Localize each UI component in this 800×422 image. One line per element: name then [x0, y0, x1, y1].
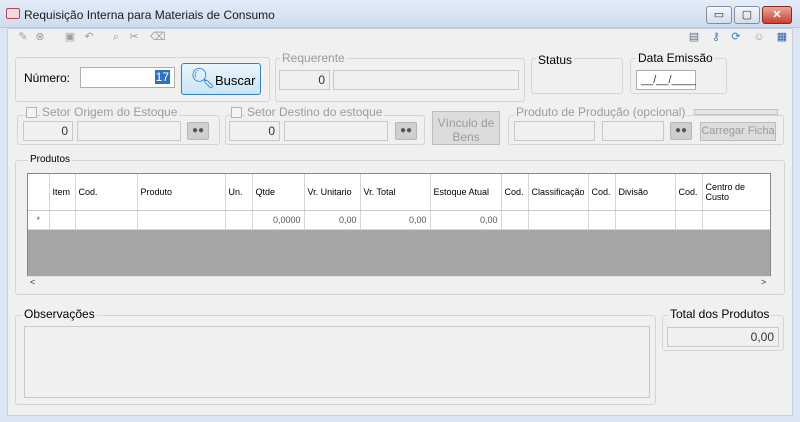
- col-header-centro-custo[interactable]: Centro de Custo: [702, 174, 770, 211]
- cell-cod-divisao[interactable]: [588, 210, 616, 230]
- total-label: Total dos Produtos: [668, 307, 772, 321]
- data-emissao-label: Data Emissão: [636, 51, 715, 65]
- col-header-cod-divisao[interactable]: Cod.: [588, 174, 616, 211]
- produtos-label: Produtos: [28, 154, 73, 165]
- total-value: 0,00: [667, 327, 779, 347]
- key-icon[interactable]: ⚷: [710, 31, 722, 43]
- setor-origem-search-button[interactable]: ●●: [187, 122, 209, 140]
- title-bar[interactable]: Requisição Interna para Materiais de Con…: [0, 0, 800, 28]
- requerente-code-input[interactable]: 0: [279, 70, 330, 90]
- cell-un[interactable]: [225, 210, 253, 230]
- setor-destino-name-input[interactable]: [284, 121, 388, 141]
- cell-classificacao[interactable]: [528, 210, 589, 230]
- setor-destino-checkbox[interactable]: [231, 107, 242, 118]
- maximize-button[interactable]: ▢: [734, 6, 760, 24]
- cell-vr-unitario[interactable]: 0,00: [304, 210, 361, 230]
- window-icon[interactable]: ▤: [688, 31, 700, 43]
- cell-estoque[interactable]: 0,00: [430, 210, 502, 230]
- cell-centro-custo[interactable]: [702, 210, 770, 230]
- requerente-label: Requerente: [280, 51, 347, 65]
- tools-icon[interactable]: ✂: [128, 31, 140, 43]
- vinculo-bens-button[interactable]: Vínculo de Bens: [432, 111, 500, 145]
- setor-origem-label: Setor Origem do Estoque: [40, 105, 180, 119]
- status-label: Status: [536, 53, 575, 67]
- requerente-name-input[interactable]: [333, 70, 519, 90]
- edit-icon[interactable]: ✎: [17, 31, 29, 43]
- undo-icon[interactable]: ↶: [83, 31, 95, 43]
- numero-value: 17: [154, 70, 170, 84]
- numero-input[interactable]: 17: [80, 67, 175, 88]
- table-row-new[interactable]: * 0,0000 0,00 0,00 0,00: [28, 210, 770, 230]
- new-row-marker: *: [28, 210, 50, 230]
- col-header-divisao[interactable]: Divisão: [615, 174, 676, 211]
- cell-item[interactable]: [49, 210, 76, 230]
- app-cart-icon: [6, 8, 20, 19]
- save-icon[interactable]: ▣: [64, 31, 76, 43]
- cell-produto[interactable]: [137, 210, 226, 230]
- cell-qtde[interactable]: 0,0000: [252, 210, 305, 230]
- data-emissao-input[interactable]: __/__/____: [636, 70, 696, 90]
- col-header-cod-classificacao[interactable]: Cod.: [501, 174, 529, 211]
- producao-search-button[interactable]: ●●: [670, 122, 692, 140]
- col-header-vr-unitario[interactable]: Vr. Unitario: [304, 174, 361, 211]
- col-header-un[interactable]: Un.: [225, 174, 253, 211]
- produtos-grid[interactable]: Item Cod. Produto Un. Qtde Vr. Unitario …: [27, 173, 771, 289]
- cell-cod-classificacao[interactable]: [501, 210, 529, 230]
- producao-code-input[interactable]: [514, 121, 595, 141]
- observacoes-label: Observações: [22, 307, 97, 321]
- eraser-icon[interactable]: ⌫: [150, 31, 166, 43]
- producao-name-input[interactable]: [602, 121, 664, 141]
- observacoes-textarea[interactable]: [24, 326, 650, 398]
- produtos-header-row: Item Cod. Produto Un. Qtde Vr. Unitario …: [28, 174, 770, 211]
- col-header-vr-total[interactable]: Vr. Total: [360, 174, 431, 211]
- cancel-icon[interactable]: ⊗: [34, 31, 46, 43]
- producao-label: Produto de Produção (opcional): [514, 105, 688, 119]
- carregar-ficha-button[interactable]: Carregar Ficha: [700, 122, 776, 141]
- produtos-table: Item Cod. Produto Un. Qtde Vr. Unitario …: [28, 174, 770, 230]
- col-header-produto[interactable]: Produto: [137, 174, 226, 211]
- close-button[interactable]: ✕: [762, 6, 792, 24]
- setor-destino-code-input[interactable]: 0: [229, 121, 280, 141]
- setor-destino-label: Setor Destino do estoque: [245, 105, 385, 119]
- setor-destino-search-button[interactable]: ●●: [395, 122, 417, 140]
- setor-origem-code-input[interactable]: 0: [23, 121, 73, 141]
- cell-cod[interactable]: [75, 210, 138, 230]
- col-header-estoque-atual[interactable]: Estoque Atual: [430, 174, 502, 211]
- col-header-cod[interactable]: Cod.: [75, 174, 138, 211]
- producao-progress-bar: [694, 109, 778, 115]
- magnifier-icon: 🔍︎: [190, 68, 216, 90]
- setor-origem-checkbox[interactable]: [26, 107, 37, 118]
- search-icon[interactable]: ⌕: [110, 31, 122, 43]
- setor-origem-name-input[interactable]: [77, 121, 181, 141]
- col-header-cod-centro[interactable]: Cod.: [675, 174, 703, 211]
- cell-vr-total[interactable]: 0,00: [360, 210, 431, 230]
- window-title: Requisição Interna para Materiais de Con…: [24, 8, 275, 22]
- col-header-classificacao[interactable]: Classificação: [528, 174, 589, 211]
- refresh-icon[interactable]: ⟳: [730, 31, 742, 43]
- cell-divisao[interactable]: [615, 210, 676, 230]
- scroll-left-icon[interactable]: <: [30, 277, 35, 287]
- col-header-selector: [28, 174, 50, 211]
- horizontal-scrollbar[interactable]: < >: [27, 276, 771, 289]
- buscar-button[interactable]: 🔍︎ Buscar: [181, 63, 261, 95]
- col-header-qtde[interactable]: Qtde: [252, 174, 305, 211]
- exit-icon[interactable]: ▦: [776, 31, 788, 43]
- user-icon[interactable]: ☺: [753, 31, 765, 43]
- minimize-button[interactable]: ▭: [706, 6, 732, 24]
- col-header-item[interactable]: Item: [49, 174, 76, 211]
- scroll-right-icon[interactable]: >: [761, 277, 766, 287]
- cell-cod-centro[interactable]: [675, 210, 703, 230]
- numero-label: Número:: [24, 71, 71, 85]
